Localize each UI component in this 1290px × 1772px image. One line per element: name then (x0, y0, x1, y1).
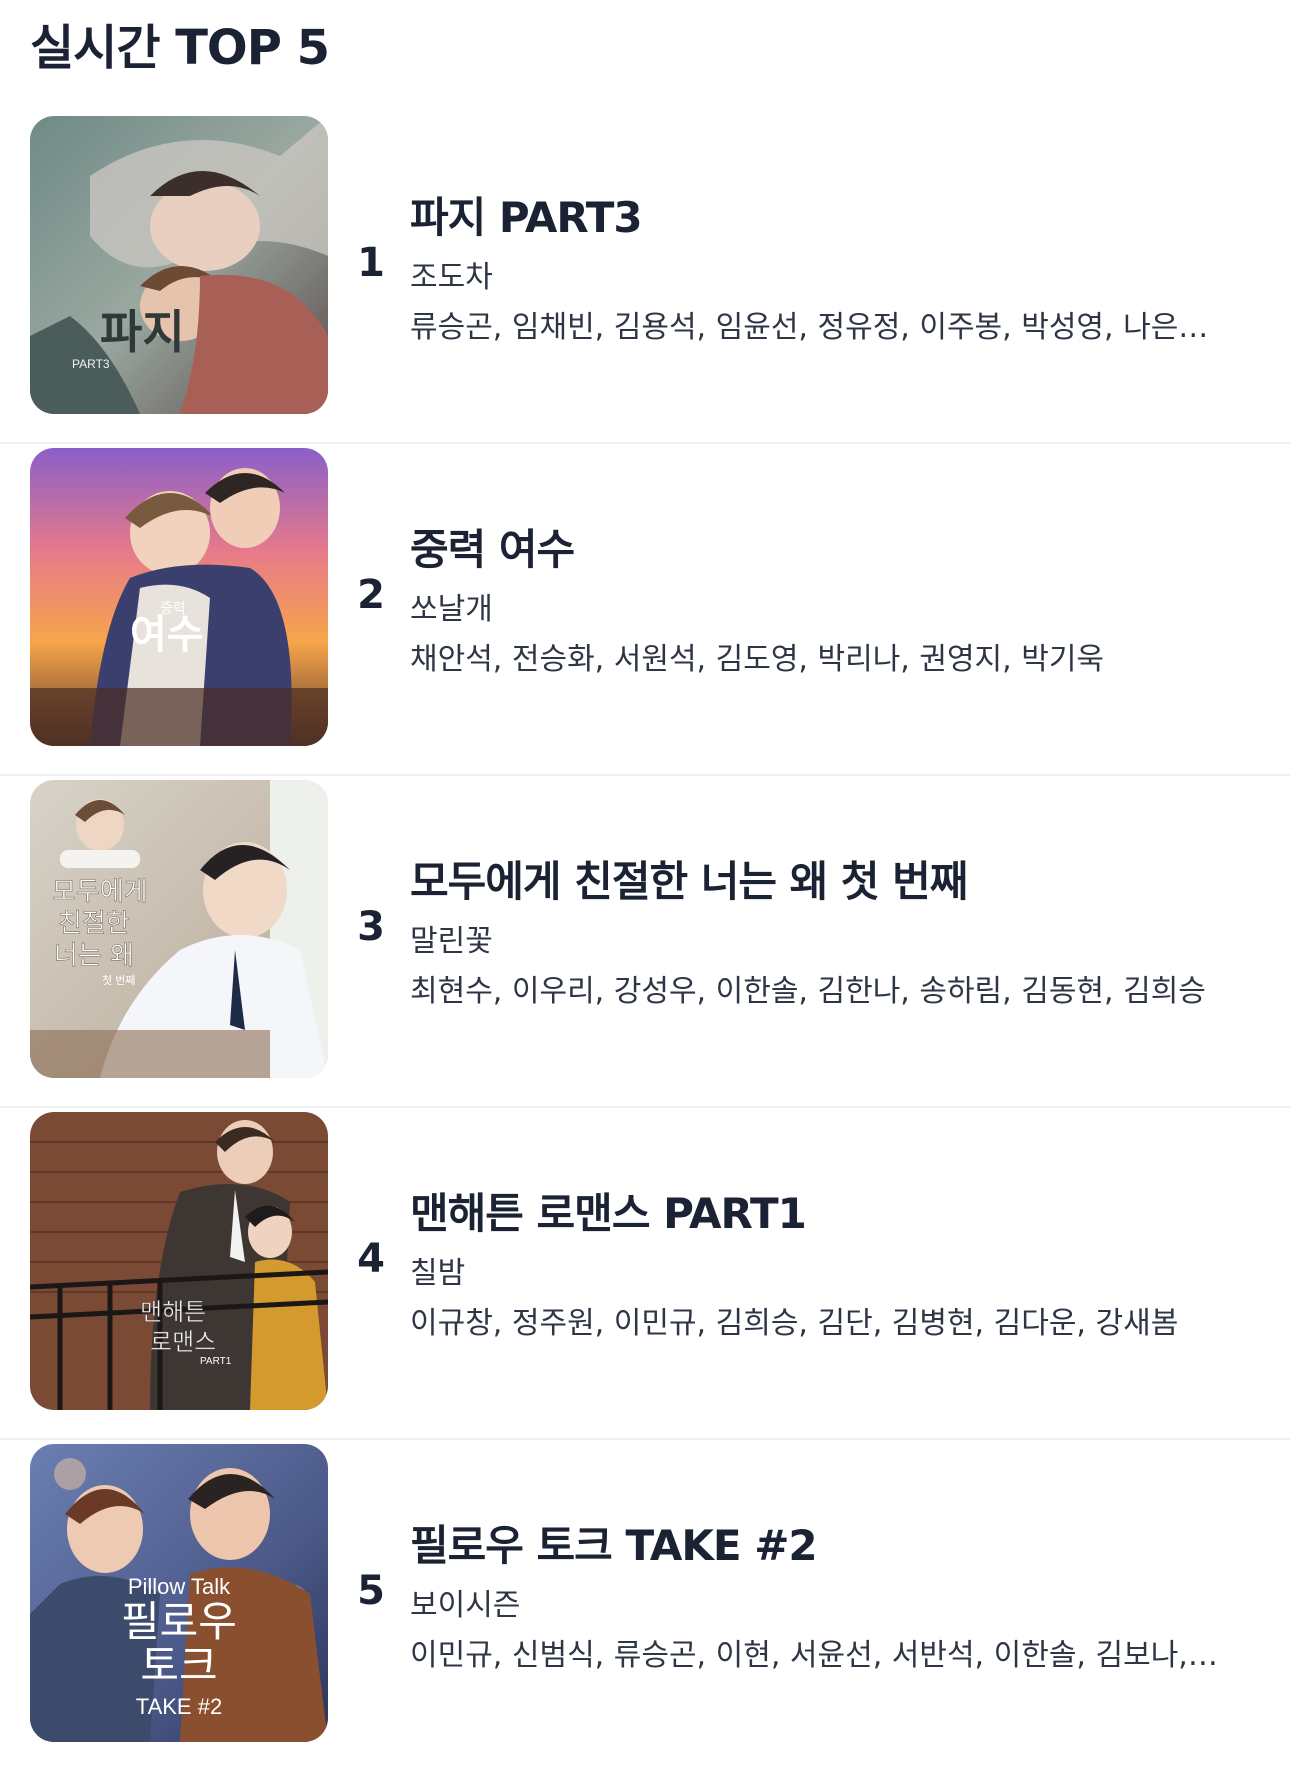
item-author: 쏘날개 (410, 592, 493, 627)
item-cast: 류승곤, 임채빈, 김용석, 임윤선, 정유정, 이주봉, 박성영, 나은… (410, 310, 1209, 345)
ranking-list: 파지 PART3 1 파지 PART3 조도차 류승곤, 임채빈, 김용석, 임… (0, 112, 1290, 1772)
item-title[interactable]: 맨해튼 로맨스 PART1 (410, 1180, 807, 1241)
cover-title-text: 파지 (100, 305, 185, 359)
rank-number: 3 (357, 904, 385, 950)
cover-art: 파지 PART3 (30, 116, 328, 414)
cover-art: 여수 중력 (30, 448, 328, 746)
cover-subtitle-text: TAKE #2 (136, 1694, 222, 1719)
cover-title-line2: 로맨스 (150, 1328, 216, 1356)
item-author: 조도차 (410, 260, 493, 295)
item-title[interactable]: 중력 여수 (410, 516, 575, 577)
cover-art: 모두에게 친절한 너는 왜 첫 번째 (30, 780, 328, 1078)
item-cast: 이규창, 정주원, 이민규, 김희승, 김단, 김병현, 김다운, 강새봄 (410, 1306, 1179, 1341)
cover-subtitle-text: PART3 (72, 357, 110, 371)
item-title[interactable]: 모두에게 친절한 너는 왜 첫 번째 (410, 848, 968, 909)
item-title[interactable]: 필로우 토크 TAKE #2 (410, 1512, 818, 1573)
cover-subtitle-text: PART1 (200, 1356, 232, 1367)
cover-title-line1: 필로우 (121, 1597, 237, 1646)
ranking-item-3[interactable]: 모두에게 친절한 너는 왜 첫 번째 3 모두에게 친절한 너는 왜 첫 번째 … (0, 776, 1290, 1108)
item-title[interactable]: 파지 PART3 (410, 184, 643, 245)
ranking-item-5[interactable]: Pillow Talk 필로우 토크 TAKE #2 5 필로우 토크 TAKE… (0, 1440, 1290, 1772)
ranking-item-2[interactable]: 여수 중력 2 중력 여수 쏘날개 채안석, 전승화, 서원석, 김도영, 박리… (0, 444, 1290, 776)
item-cast: 이민규, 신범식, 류승곤, 이현, 서윤선, 서반석, 이한솔, 김보나,… (410, 1638, 1218, 1673)
cover-subtitle-text: 첫 번째 (102, 974, 135, 987)
item-cast: 채안석, 전승화, 서원석, 김도영, 박리나, 권영지, 박기욱 (410, 642, 1105, 677)
cover-image[interactable]: 모두에게 친절한 너는 왜 첫 번째 (30, 780, 328, 1078)
cover-english-title: Pillow Talk (128, 1574, 231, 1599)
cover-title-line2: 토크 (140, 1641, 217, 1690)
cover-title-line1: 모두에게 (52, 877, 148, 907)
cover-title-line2: 친절한 (58, 909, 130, 939)
rank-number: 5 (357, 1568, 385, 1614)
item-author: 말린꽃 (410, 924, 493, 959)
rank-number: 2 (357, 572, 385, 618)
rank-number: 1 (357, 240, 385, 286)
section-title: 실시간 TOP 5 (30, 20, 330, 76)
cover-title-line3: 너는 왜 (54, 941, 134, 971)
item-author: 보이시즌 (410, 1588, 521, 1623)
cover-image[interactable]: 여수 중력 (30, 448, 328, 746)
item-author: 칠밤 (410, 1256, 466, 1291)
cover-image[interactable]: 파지 PART3 (30, 116, 328, 414)
cover-title-line1: 맨해튼 (140, 1298, 206, 1326)
cover-image[interactable]: 맨해튼 로맨스 PART1 (30, 1112, 328, 1410)
cover-subtitle-text: 중력 (160, 600, 186, 616)
cover-image[interactable]: Pillow Talk 필로우 토크 TAKE #2 (30, 1444, 328, 1742)
cover-title-text: 여수 (130, 611, 204, 658)
item-cast: 최현수, 이우리, 강성우, 이한솔, 김한나, 송하림, 김동현, 김희승 (410, 974, 1206, 1009)
rank-number: 4 (357, 1236, 385, 1282)
cover-art: 맨해튼 로맨스 PART1 (30, 1112, 328, 1410)
ranking-item-4[interactable]: 맨해튼 로맨스 PART1 4 맨해튼 로맨스 PART1 칠밤 이규창, 정주… (0, 1108, 1290, 1440)
ranking-item-1[interactable]: 파지 PART3 1 파지 PART3 조도차 류승곤, 임채빈, 김용석, 임… (0, 112, 1290, 444)
cover-art: Pillow Talk 필로우 토크 TAKE #2 (30, 1444, 328, 1742)
